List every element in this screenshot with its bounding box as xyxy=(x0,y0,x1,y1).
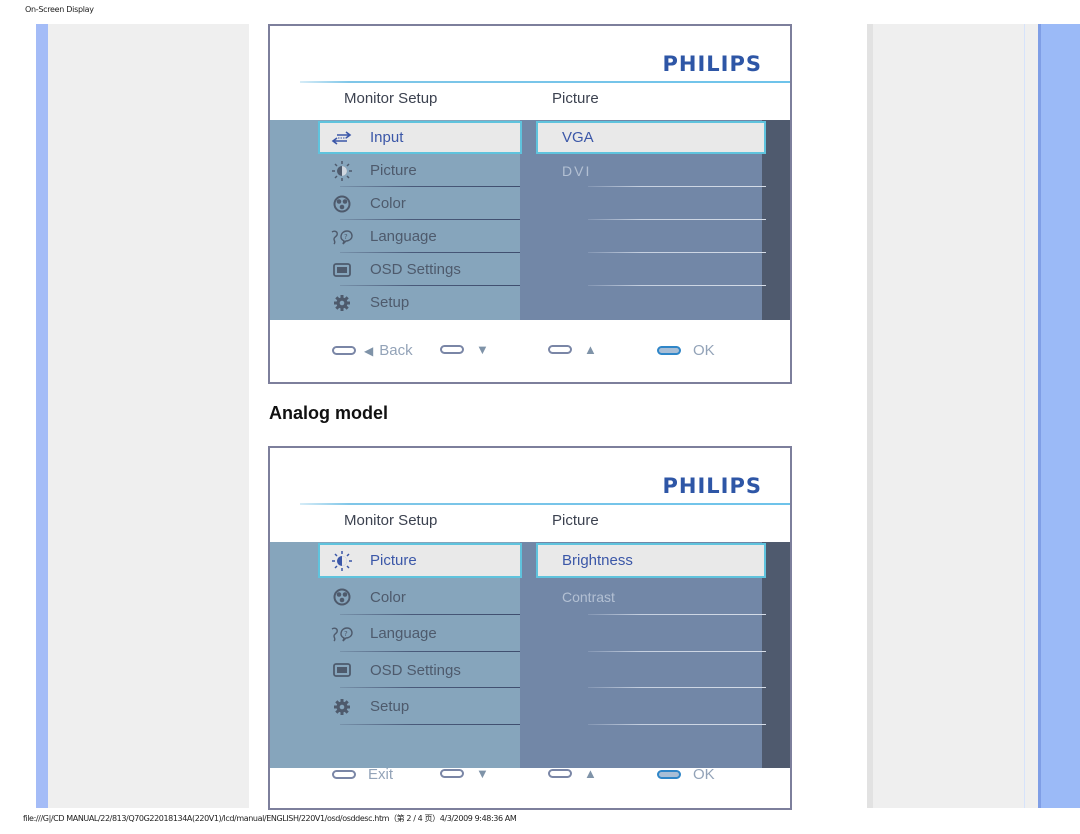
submenu-item-vga[interactable]: VGA xyxy=(536,121,766,154)
button-label: OK xyxy=(693,342,715,359)
menu-item-label: Language xyxy=(370,625,437,642)
down-button[interactable]: ▼ xyxy=(440,342,489,357)
button-pill-icon xyxy=(548,345,572,354)
svg-text:?: ? xyxy=(344,233,348,241)
menu-item-label: Picture xyxy=(370,162,417,179)
page-header: On-Screen Display xyxy=(25,5,94,14)
arrow-up-icon: ▲ xyxy=(584,342,597,357)
column-heading-picture: Picture xyxy=(552,512,599,529)
button-pill-icon xyxy=(657,346,681,355)
monitor-screen-icon xyxy=(324,262,360,277)
column-heading-monitor-setup: Monitor Setup xyxy=(344,90,438,107)
submenu-item-empty xyxy=(538,652,766,688)
menu-item-label: Setup xyxy=(370,698,410,715)
menu-item-setup[interactable]: Setup xyxy=(320,688,520,725)
osd-menu-area: Picture Color ? Language OSD Settings Se… xyxy=(270,542,790,768)
header-divider xyxy=(300,81,790,83)
up-button[interactable]: ▲ xyxy=(548,342,597,357)
language-speech-icon: ? xyxy=(324,626,360,642)
submenu-item-brightness[interactable]: Brightness xyxy=(536,543,766,578)
button-pill-icon xyxy=(440,769,464,778)
menu-item-osd-settings[interactable]: OSD Settings xyxy=(320,652,520,688)
left-decor-bar xyxy=(36,24,48,808)
button-pill-icon xyxy=(657,770,681,779)
header-divider xyxy=(300,503,790,505)
menu-item-label: OSD Settings xyxy=(370,661,461,679)
arrow-down-icon: ▼ xyxy=(476,766,489,781)
color-palette-icon xyxy=(324,195,360,213)
input-arrows-icon xyxy=(324,130,360,145)
menu-item-osd-settings[interactable]: OSD Settings xyxy=(320,253,520,286)
submenu-item-contrast[interactable]: Contrast xyxy=(538,579,766,615)
left-panel xyxy=(48,24,249,808)
brightness-sun-icon xyxy=(324,550,360,571)
right-panel xyxy=(867,24,1041,808)
svg-text:?: ? xyxy=(344,630,348,638)
submenu-item-empty xyxy=(538,253,766,286)
brightness-sun-icon xyxy=(324,160,360,181)
submenu-item-dvi[interactable]: DVI xyxy=(538,154,766,187)
back-button[interactable]: ◀ Back xyxy=(332,342,413,359)
submenu-item-empty xyxy=(538,688,766,725)
scroll-track xyxy=(762,542,790,768)
arrow-up-icon: ▲ xyxy=(584,766,597,781)
gear-icon xyxy=(324,294,360,312)
submenu-item-empty xyxy=(538,220,766,253)
philips-logo: PHILIPS xyxy=(662,474,762,498)
column-heading-monitor-setup: Monitor Setup xyxy=(344,512,438,529)
menu-item-label: Picture xyxy=(370,552,417,569)
button-label: OK xyxy=(693,766,715,783)
monitor-screen-icon xyxy=(324,663,360,677)
arrow-left-icon: ◀ xyxy=(364,343,374,358)
scroll-track xyxy=(762,120,790,320)
menu-item-label: Input xyxy=(370,129,404,146)
down-button[interactable]: ▼ xyxy=(440,766,489,781)
menu-item-label: Language xyxy=(370,228,437,245)
button-pill-icon xyxy=(548,769,572,778)
ok-button[interactable]: OK xyxy=(657,342,715,359)
osd-menu-area: Input Picture Color ? Language OSD Setti… xyxy=(270,120,790,320)
right-divider xyxy=(1024,24,1025,808)
menu-item-label: Color xyxy=(370,195,406,212)
osd-button-legend: Exit ▼ ▲ OK xyxy=(270,738,790,808)
menu-item-label: Color xyxy=(370,588,406,606)
menu-item-picture[interactable]: Picture xyxy=(320,154,520,187)
menu-item-color[interactable]: Color xyxy=(320,579,520,615)
philips-logo: PHILIPS xyxy=(662,52,762,76)
section-title: Analog model xyxy=(269,403,389,423)
page-footer: file:///G|/CD MANUAL/22/813/Q70G22018134… xyxy=(23,814,517,823)
right-decor-bar xyxy=(1038,24,1080,808)
osd-button-legend: ◀ Back ▼ ▲ OK xyxy=(270,320,790,382)
up-button[interactable]: ▲ xyxy=(548,766,597,781)
button-pill-icon xyxy=(440,345,464,354)
osd-screenshot-digital: PHILIPS Monitor Setup Picture Input Pict… xyxy=(268,24,792,384)
gear-icon xyxy=(324,698,360,716)
menu-item-input[interactable]: Input xyxy=(318,121,522,154)
menu-item-language[interactable]: ? Language xyxy=(320,220,520,253)
column-heading-picture: Picture xyxy=(552,90,599,107)
submenu-item-empty xyxy=(538,615,766,652)
menu-item-setup[interactable]: Setup xyxy=(320,286,520,319)
exit-button[interactable]: Exit xyxy=(332,766,393,783)
button-label: Back xyxy=(379,342,413,359)
color-palette-icon xyxy=(324,588,360,606)
arrow-down-icon: ▼ xyxy=(476,342,489,357)
language-speech-icon: ? xyxy=(324,229,360,245)
button-pill-icon xyxy=(332,770,356,779)
button-pill-icon xyxy=(332,346,356,355)
menu-item-language[interactable]: ? Language xyxy=(320,615,520,652)
submenu-item-empty xyxy=(538,187,766,220)
ok-button[interactable]: OK xyxy=(657,766,715,783)
menu-item-label: OSD Settings xyxy=(370,261,461,278)
menu-item-color[interactable]: Color xyxy=(320,187,520,220)
osd-screenshot-analog: PHILIPS Monitor Setup Picture Picture Co… xyxy=(268,446,792,810)
menu-item-picture[interactable]: Picture xyxy=(318,543,522,578)
menu-item-label: Setup xyxy=(370,294,410,311)
button-label: Exit xyxy=(368,766,394,783)
